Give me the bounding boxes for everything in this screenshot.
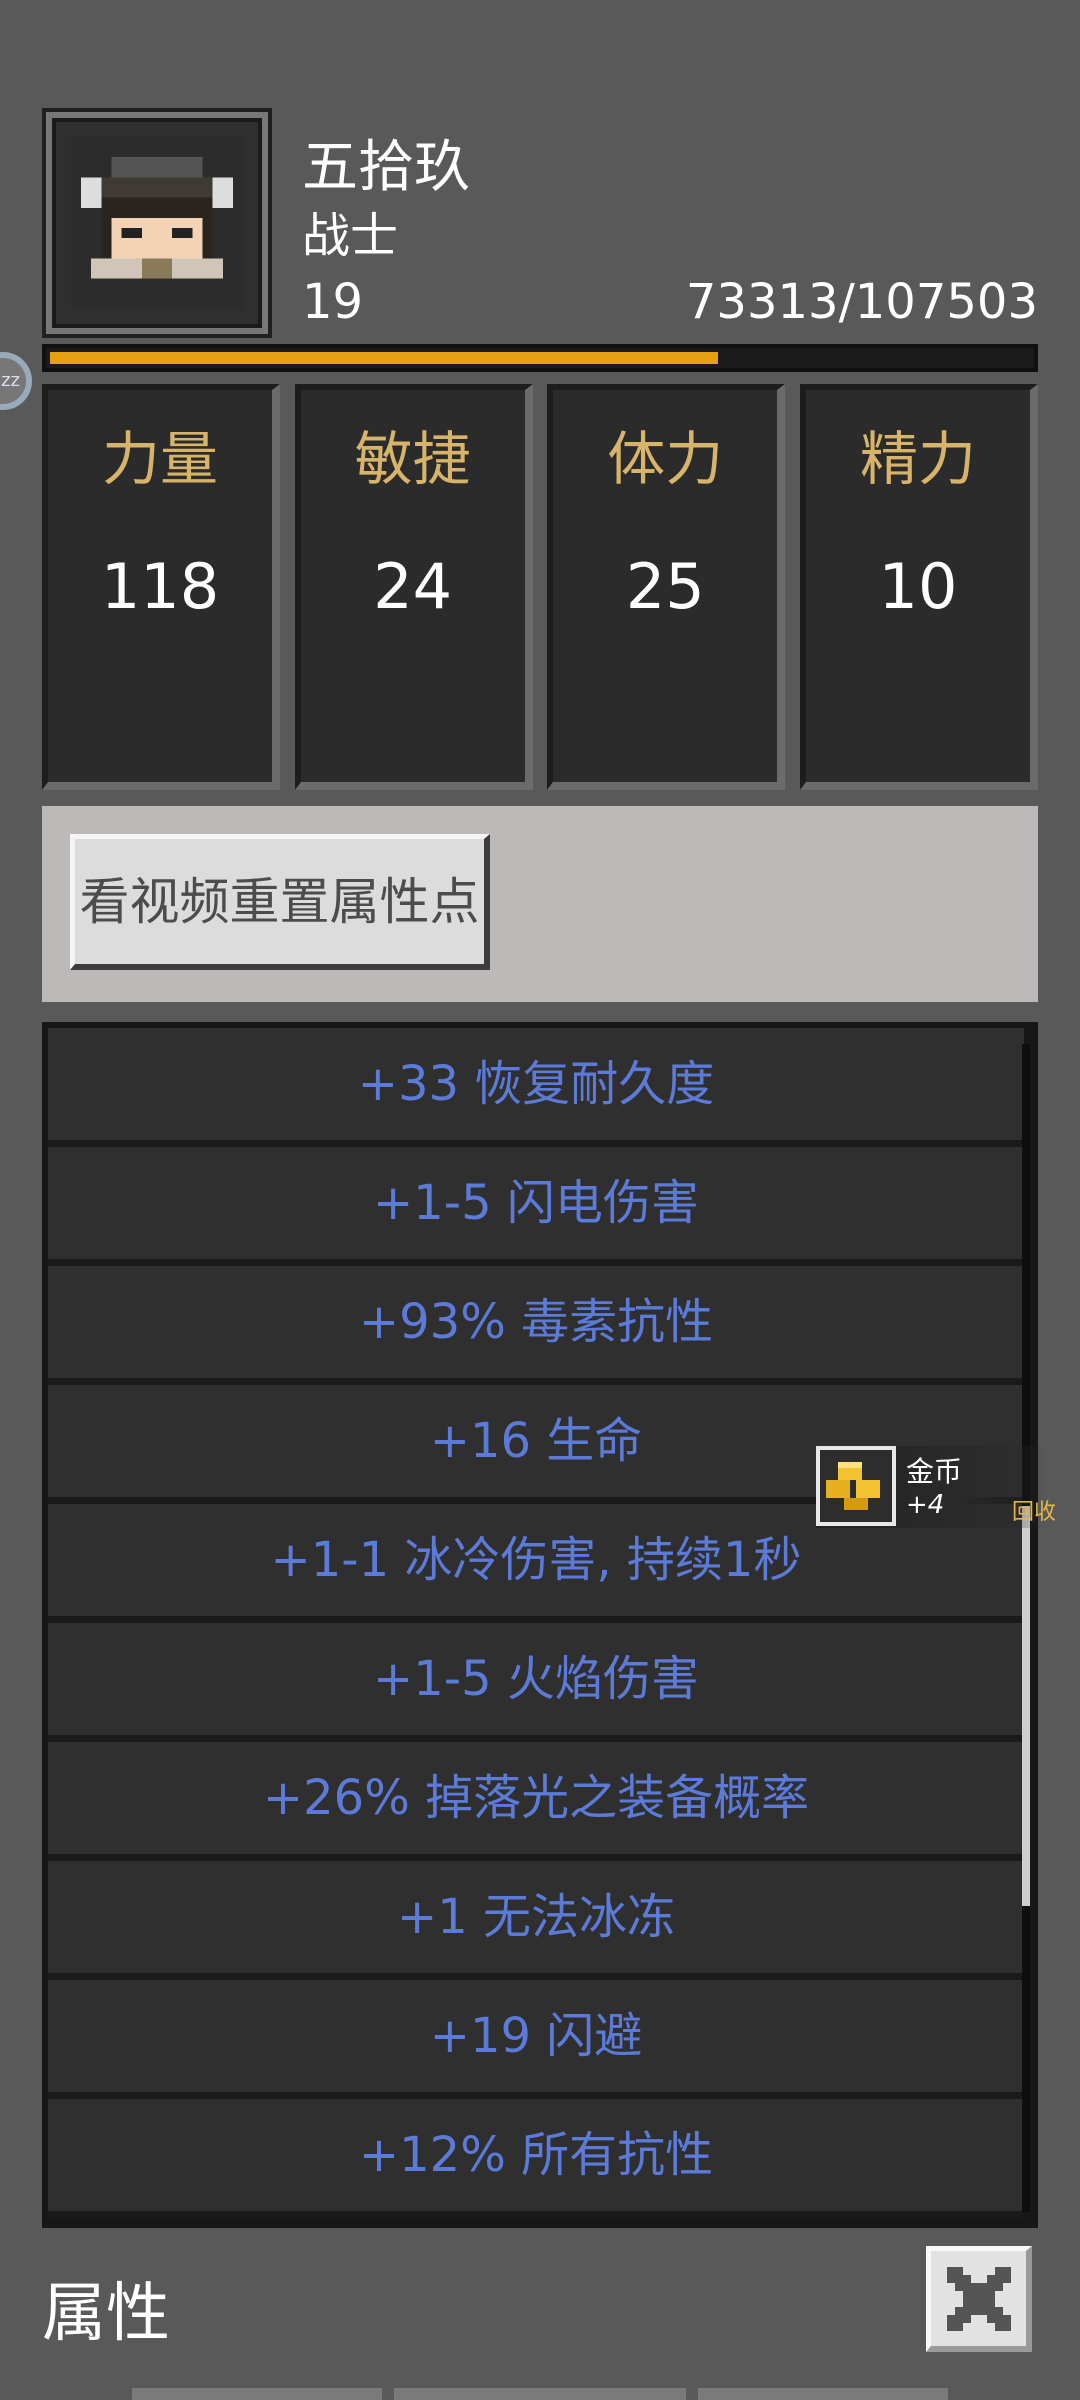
stat-label: 体力 bbox=[607, 425, 724, 493]
sleep-badge[interactable]: zz bbox=[0, 352, 32, 410]
toast-amount: +4 bbox=[906, 1490, 945, 1520]
stat-value: 118 bbox=[100, 550, 220, 623]
list-item: +93% 毒素抗性 bbox=[48, 1266, 1024, 1385]
list-item: +1-5 火焰伤害 bbox=[48, 1623, 1024, 1742]
stat-label: 敏捷 bbox=[354, 425, 471, 493]
list-item: +12% 所有抗性 bbox=[48, 2099, 1024, 2218]
stat-value: 24 bbox=[373, 550, 453, 623]
stat-card-agility[interactable]: 敏捷 24 bbox=[294, 384, 533, 790]
reset-panel: 看视频重置属性点 bbox=[42, 806, 1038, 1002]
stat-cards: 力量 118 敏捷 24 体力 25 精力 10 bbox=[42, 384, 1038, 790]
experience-bar-fill bbox=[50, 352, 718, 364]
gold-coins-icon bbox=[816, 1446, 896, 1526]
stat-card-strength[interactable]: 力量 118 bbox=[42, 384, 280, 790]
bottom-tab-stub[interactable] bbox=[394, 2388, 686, 2400]
close-button[interactable] bbox=[926, 2246, 1032, 2352]
stat-label: 精力 bbox=[859, 425, 976, 493]
list-item: +1 无法冰冻 bbox=[48, 1861, 1024, 1980]
recycle-link[interactable]: 回收 bbox=[1012, 1494, 1056, 1526]
character-class: 战士 bbox=[302, 208, 399, 264]
bottom-tab-stub[interactable] bbox=[132, 2388, 382, 2400]
stat-value: 25 bbox=[625, 550, 705, 623]
page-title: 属性 bbox=[42, 2277, 170, 2351]
close-icon bbox=[947, 2267, 1011, 2331]
reset-attributes-button[interactable]: 看视频重置属性点 bbox=[70, 834, 490, 970]
character-portrait bbox=[42, 108, 272, 338]
toast-item-name: 金币 bbox=[906, 1455, 963, 1488]
stat-label: 力量 bbox=[101, 425, 218, 493]
character-name: 五拾玖 bbox=[302, 135, 470, 200]
stat-card-energy[interactable]: 精力 10 bbox=[799, 384, 1038, 790]
stat-card-stamina[interactable]: 体力 25 bbox=[547, 384, 786, 790]
experience-bar bbox=[42, 344, 1038, 372]
list-item: +26% 掉落光之装备概率 bbox=[48, 1742, 1024, 1861]
character-level: 19 bbox=[302, 274, 364, 330]
stat-value: 10 bbox=[878, 550, 958, 623]
experience-text: 73313/107503 bbox=[685, 274, 1038, 330]
warrior-avatar-icon bbox=[71, 137, 243, 309]
attribute-list[interactable]: +33 恢复耐久度 +1-5 闪电伤害 +93% 毒素抗性 +16 生命 +1-… bbox=[42, 1022, 1038, 2228]
bottom-tab-stub[interactable] bbox=[698, 2388, 948, 2400]
list-item: +33 恢复耐久度 bbox=[48, 1028, 1024, 1147]
scrollbar-thumb[interactable] bbox=[1022, 1506, 1030, 1906]
list-item: +1-5 闪电伤害 bbox=[48, 1147, 1024, 1266]
list-item: +19 闪避 bbox=[48, 1980, 1024, 2099]
